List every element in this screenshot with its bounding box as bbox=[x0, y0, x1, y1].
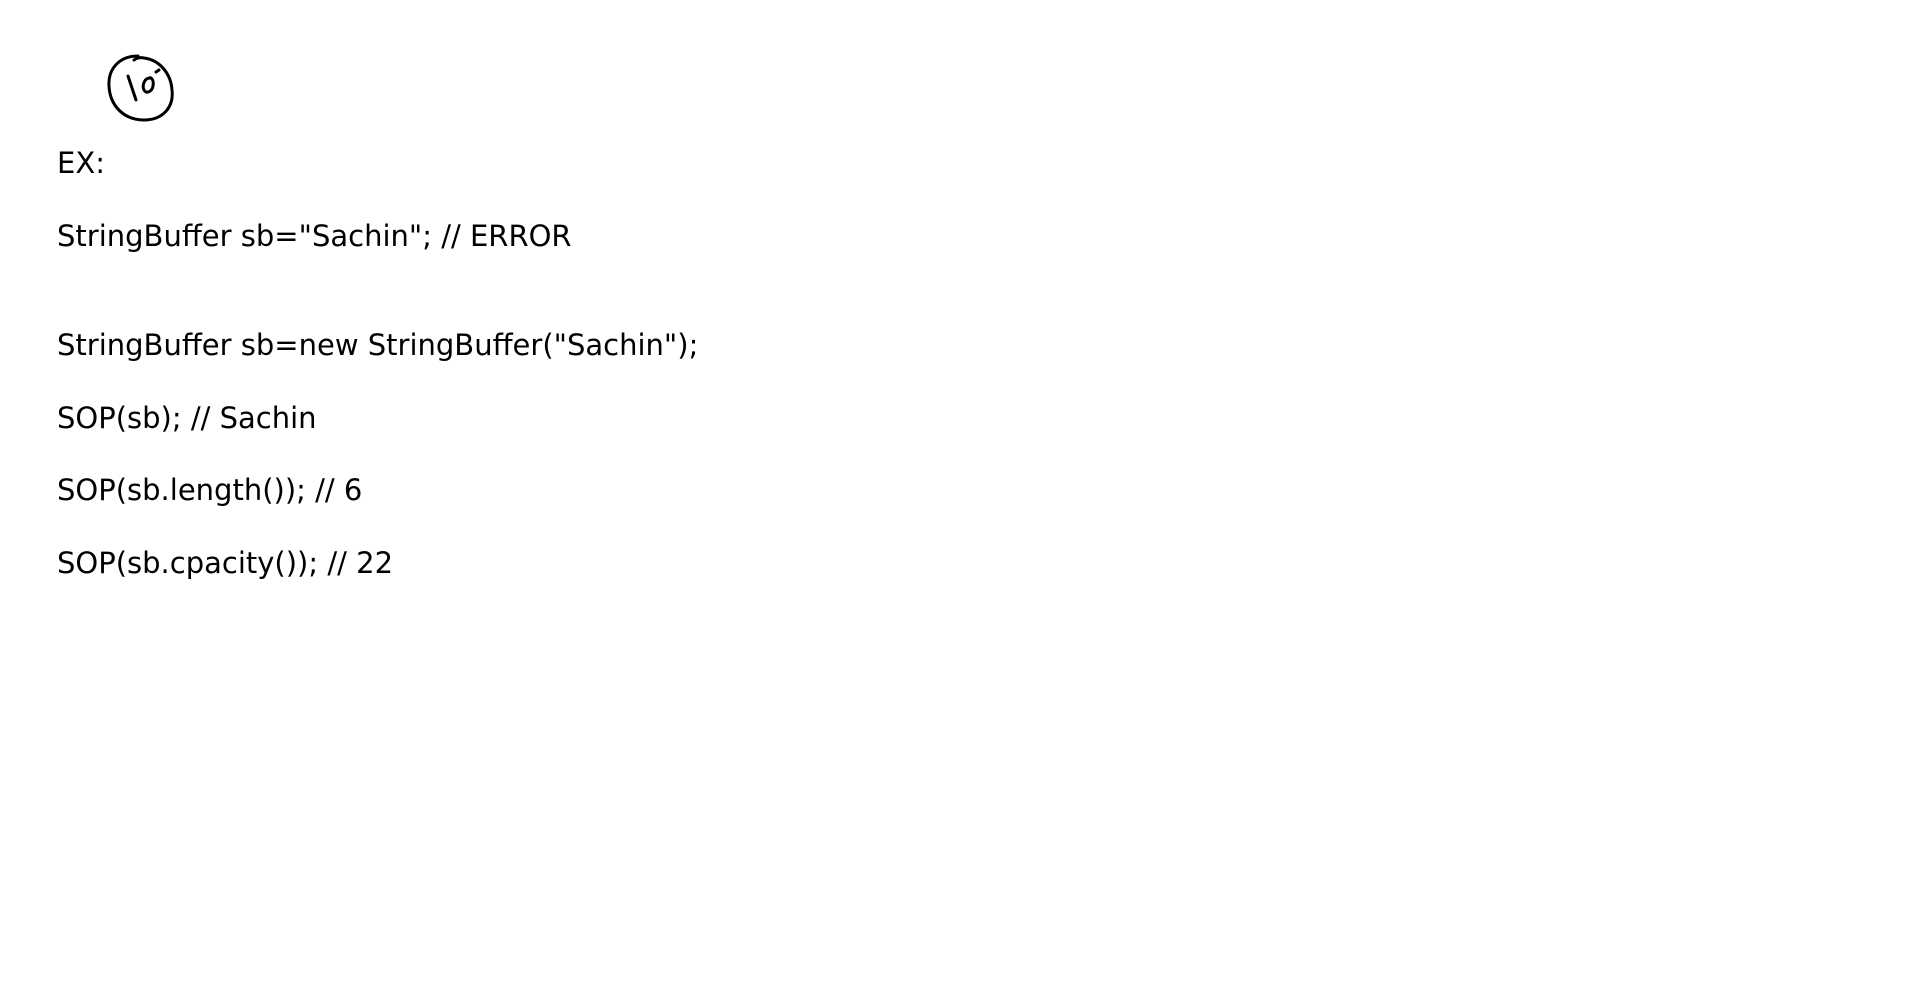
code-line-error-assignment: StringBuffer sb="Sachin"; // ERROR bbox=[57, 219, 572, 253]
note-page: EX: StringBuffer sb="Sachin"; // ERROR S… bbox=[0, 0, 1920, 991]
code-line-print-capacity: SOP(sb.cpacity()); // 22 bbox=[57, 546, 394, 580]
code-line-print-sb: SOP(sb); // Sachin bbox=[57, 401, 317, 435]
code-line-print-length: SOP(sb.length()); // 6 bbox=[57, 473, 363, 507]
handwritten-circled-number-icon bbox=[104, 54, 176, 124]
example-heading: EX: bbox=[57, 146, 105, 180]
code-line-constructor: StringBuffer sb=new StringBuffer("Sachin… bbox=[57, 328, 699, 362]
